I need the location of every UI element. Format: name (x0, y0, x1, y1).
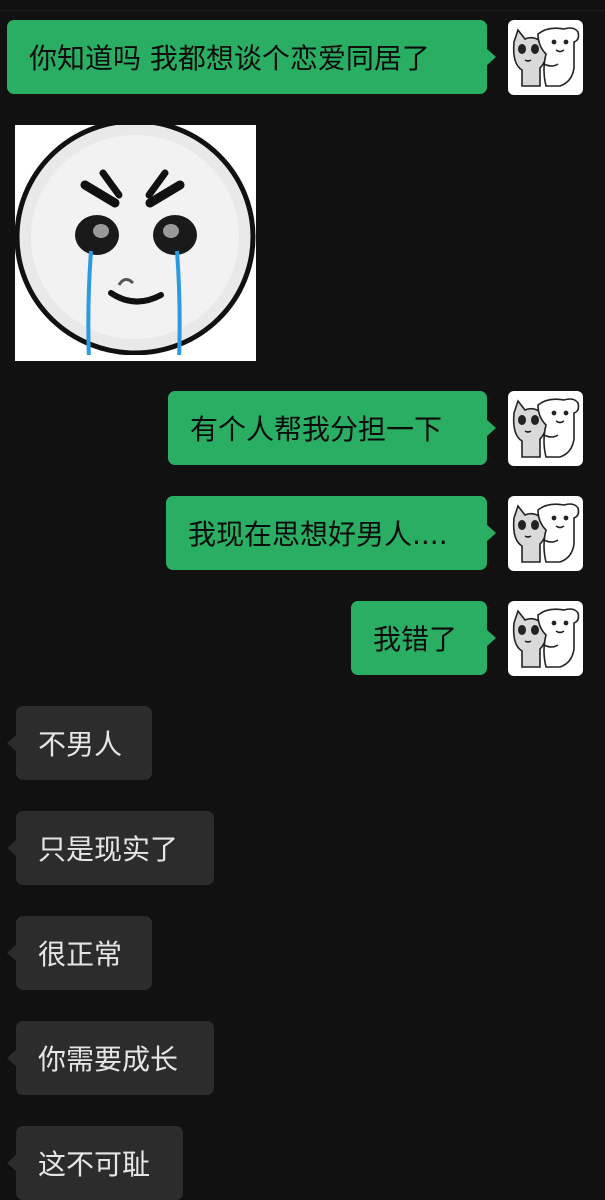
message-bubble-incoming[interactable]: 你需要成长 (7, 1021, 214, 1095)
message-bubble-outgoing[interactable]: 我现在思想好男人.... (166, 496, 496, 570)
two-cartoon-cats-icon (512, 608, 580, 668)
message-text: 只是现实了 (38, 833, 179, 866)
message-bubble-incoming[interactable]: 只是现实了 (7, 811, 214, 885)
message-bubble-incoming[interactable]: 很正常 (7, 916, 152, 990)
message-text: 有个人帮我分担一下 (190, 413, 443, 446)
chat-screen: 你知道吗 我都想谈个恋爱同居了 有个人帮我分担一下 我现在思想好男人.... 我… (0, 0, 605, 1200)
self-avatar[interactable] (508, 496, 583, 571)
message-bubble-outgoing[interactable]: 有个人帮我分担一下 (168, 391, 496, 465)
message-text: 这不可耻 (38, 1148, 151, 1181)
message-text: 我错了 (373, 623, 458, 656)
self-avatar[interactable] (508, 601, 583, 676)
message-bubble-outgoing[interactable]: 你知道吗 我都想谈个恋爱同居了 (7, 20, 496, 94)
header-divider (0, 0, 605, 11)
message-bubble-incoming[interactable]: 不男人 (7, 706, 152, 780)
message-text: 你需要成长 (38, 1043, 179, 1076)
message-bubble-incoming[interactable]: 这不可耻 (7, 1126, 183, 1200)
two-cartoon-cats-icon (512, 398, 580, 458)
two-cartoon-cats-icon (512, 27, 580, 87)
message-text: 很正常 (38, 938, 123, 971)
self-avatar[interactable] (508, 391, 583, 466)
crying-face-icon (15, 125, 256, 361)
two-cartoon-cats-icon (512, 503, 580, 563)
message-text: 不男人 (38, 728, 123, 761)
crying-face-sticker[interactable] (15, 125, 256, 361)
message-text: 我现在思想好男人.... (188, 518, 448, 551)
self-avatar[interactable] (508, 20, 583, 95)
message-text: 你知道吗 我都想谈个恋爱同居了 (29, 42, 430, 75)
message-bubble-outgoing[interactable]: 我错了 (351, 601, 496, 675)
